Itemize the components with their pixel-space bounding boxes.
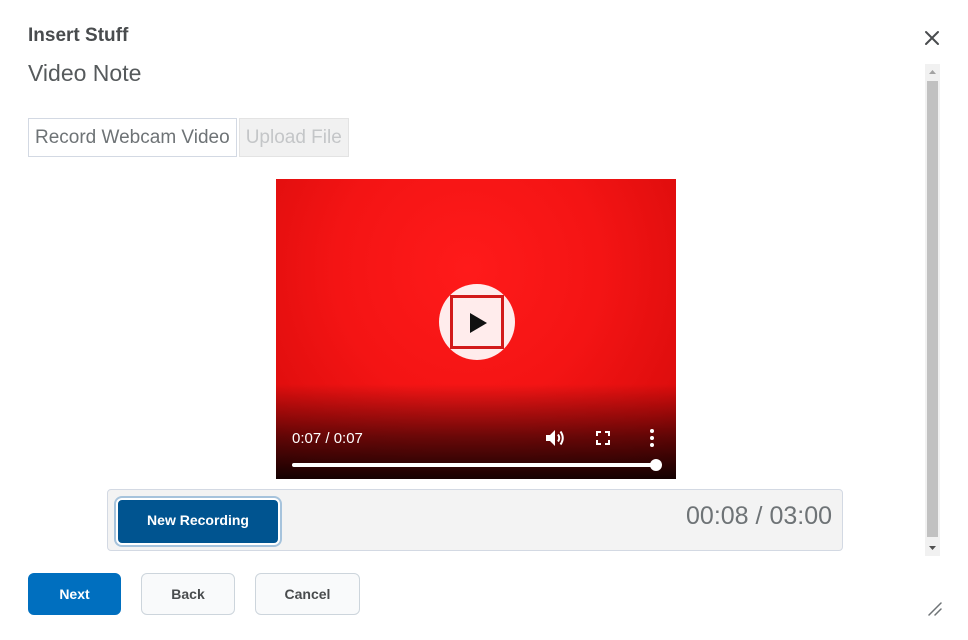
- tab-upload-file: Upload File: [238, 118, 349, 157]
- more-options-button[interactable]: [641, 427, 663, 449]
- play-button-focus-ring: [450, 295, 504, 349]
- tab-list: Record Webcam Video Upload File: [28, 118, 349, 157]
- play-icon: [470, 313, 487, 333]
- video-player[interactable]: 0:07 / 0:07: [276, 179, 676, 479]
- fullscreen-button[interactable]: [592, 427, 614, 449]
- play-button[interactable]: [439, 284, 515, 360]
- volume-icon: [546, 430, 564, 446]
- recording-bar: New Recording 00:08 / 03:00: [107, 489, 843, 551]
- new-recording-button[interactable]: New Recording: [116, 498, 280, 545]
- next-button[interactable]: Next: [28, 573, 121, 615]
- page-title: Video Note: [28, 60, 142, 86]
- scroll-down-button[interactable]: [925, 540, 940, 556]
- fullscreen-icon: [596, 431, 610, 445]
- scroll-down-icon: [929, 546, 936, 550]
- dialog-title: Insert Stuff: [28, 25, 129, 46]
- volume-button[interactable]: [544, 427, 566, 449]
- close-button[interactable]: [920, 26, 944, 50]
- more-vertical-icon: [650, 429, 654, 447]
- resize-grip-icon: [928, 602, 942, 616]
- scrollbar-thumb[interactable]: [927, 81, 938, 537]
- scrollbar[interactable]: [925, 64, 940, 556]
- tab-record-webcam-video[interactable]: Record Webcam Video: [28, 118, 237, 157]
- recording-timer-separator: /: [755, 502, 763, 530]
- recording-limit: 03:00: [769, 502, 832, 530]
- scroll-up-icon: [929, 70, 936, 74]
- cancel-button[interactable]: Cancel: [255, 573, 360, 615]
- video-progress-bar[interactable]: [292, 459, 662, 471]
- resize-handle[interactable]: [926, 600, 942, 616]
- close-icon: [925, 31, 939, 45]
- recording-elapsed: 00:08: [686, 502, 749, 530]
- recording-timer: 00:08 / 03:00: [686, 502, 832, 531]
- progress-handle[interactable]: [650, 459, 662, 471]
- video-time: 0:07 / 0:07: [292, 430, 363, 447]
- back-button[interactable]: Back: [141, 573, 235, 615]
- scroll-up-button[interactable]: [925, 64, 940, 80]
